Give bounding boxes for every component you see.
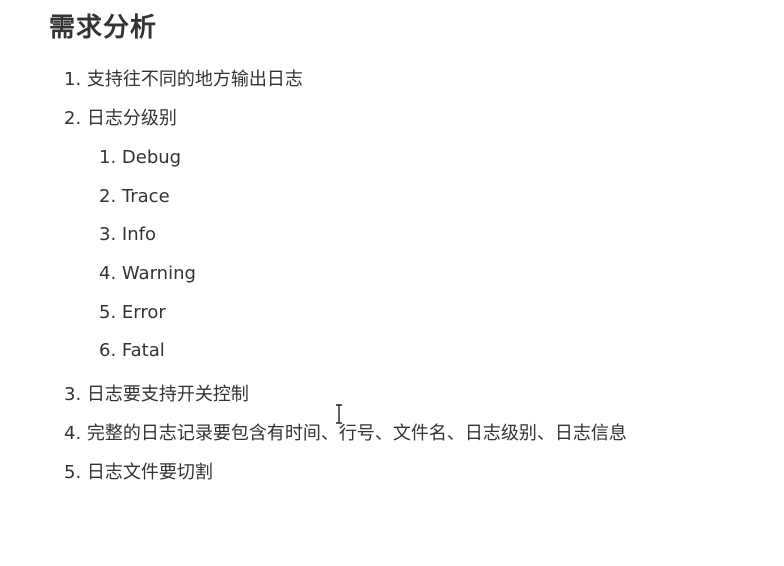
- text-cursor-icon: [336, 404, 342, 424]
- list-item: 4完整的日志记录要包含有时间、行号、文件名、日志级别、日志信息: [64, 421, 627, 447]
- list-item-number: 3: [64, 382, 87, 408]
- sub-list-item: 1Debug: [99, 145, 181, 171]
- list-item-text: Info: [121, 224, 156, 245]
- list-item-text: Fatal: [121, 340, 165, 361]
- list-item: 1支持往不同的地方输出日志: [64, 67, 303, 93]
- list-item: 5日志文件要切割: [64, 460, 213, 486]
- list-item-number: 6: [99, 338, 122, 364]
- list-item-number: 5: [99, 300, 122, 326]
- list-item-number: 4: [99, 261, 122, 287]
- list-item: 3日志要支持开关控制: [64, 382, 249, 408]
- list-item-text: Warning: [121, 263, 196, 284]
- list-item-number: 3: [99, 222, 122, 248]
- list-item-text: Debug: [121, 147, 182, 168]
- list-item-text: 日志文件要切割: [86, 462, 213, 483]
- list-item-text: 支持往不同的地方输出日志: [86, 69, 303, 90]
- sub-list-item: 2Trace: [99, 184, 170, 210]
- document-page: 需求分析 1支持往不同的地方输出日志 2日志分级别 1Debug 2Trace …: [0, 0, 784, 566]
- list-item-number: 1: [99, 145, 122, 171]
- list-item-text: 日志分级别: [86, 108, 177, 129]
- list-item-text: 完整的日志记录要包含有时间、行号、文件名、日志级别、日志信息: [86, 423, 627, 444]
- sub-list-item: 6Fatal: [99, 338, 165, 364]
- list-item-text: Trace: [121, 186, 170, 207]
- list-item-text: 日志要支持开关控制: [86, 384, 249, 405]
- sub-list-item: 5Error: [99, 300, 166, 326]
- page-title: 需求分析: [49, 13, 158, 43]
- sub-list-item: 3Info: [99, 222, 156, 248]
- list-item-number: 1: [64, 67, 87, 93]
- list-item: 2日志分级别: [64, 106, 177, 132]
- list-item-number: 2: [99, 184, 122, 210]
- list-item-text: Error: [121, 302, 166, 323]
- list-item-number: 2: [64, 106, 87, 132]
- list-item-number: 4: [64, 421, 87, 447]
- sub-list-item: 4Warning: [99, 261, 196, 287]
- list-item-number: 5: [64, 460, 87, 486]
